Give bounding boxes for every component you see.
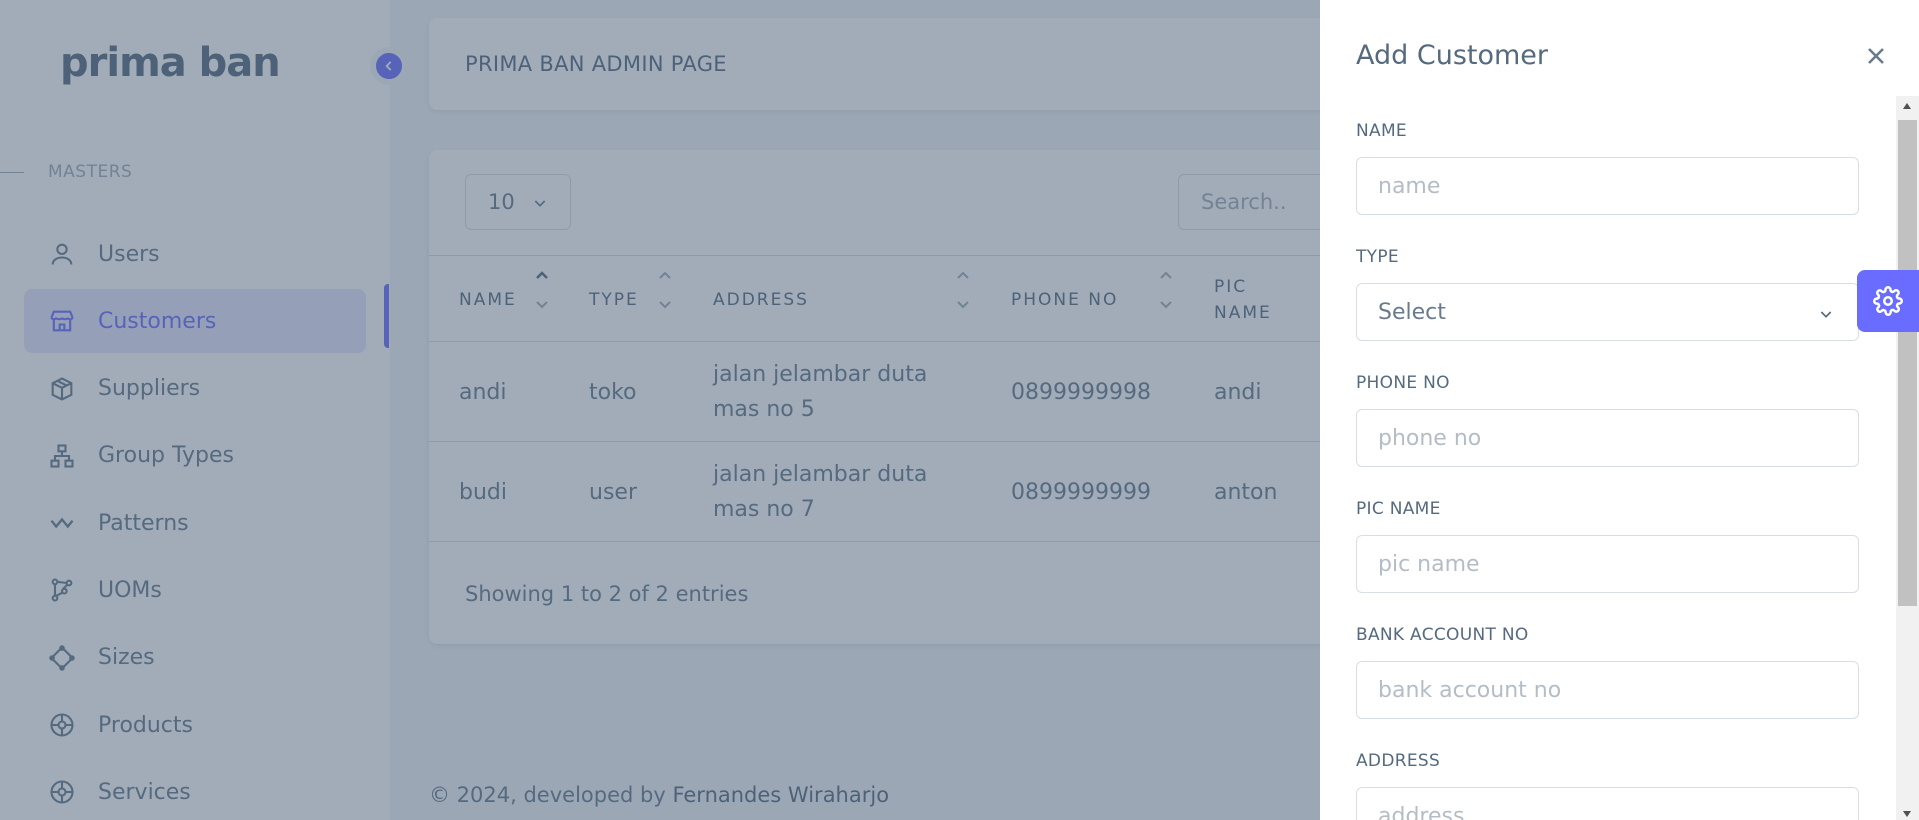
name-label: NAME xyxy=(1356,121,1407,141)
phone-label: PHONE NO xyxy=(1356,373,1450,393)
close-icon[interactable] xyxy=(1864,44,1888,68)
pic-name-label: PIC NAME xyxy=(1356,499,1441,519)
offcanvas-title: Add Customer xyxy=(1356,40,1549,71)
settings-button[interactable] xyxy=(1857,270,1919,332)
gear-icon xyxy=(1873,286,1903,316)
type-label: TYPE xyxy=(1356,247,1399,267)
phone-field[interactable]: phone no xyxy=(1356,409,1859,467)
scrollbar-thumb[interactable] xyxy=(1898,120,1917,606)
chevron-down-icon xyxy=(1820,311,1832,318)
bank-account-field[interactable]: bank account no xyxy=(1356,661,1859,719)
address-label: ADDRESS xyxy=(1356,751,1441,771)
scroll-down-arrow-icon[interactable] xyxy=(1902,810,1912,818)
pic-name-field[interactable]: pic name xyxy=(1356,535,1859,593)
name-field[interactable]: name xyxy=(1356,157,1859,215)
scroll-up-arrow-icon[interactable] xyxy=(1902,102,1912,110)
bank-account-label: BANK ACCOUNT NO xyxy=(1356,625,1529,645)
type-select[interactable]: Select xyxy=(1356,283,1859,341)
address-field[interactable]: address xyxy=(1356,787,1859,820)
add-customer-offcanvas: Add Customer NAME name TYPE Select PHONE… xyxy=(1320,0,1919,820)
